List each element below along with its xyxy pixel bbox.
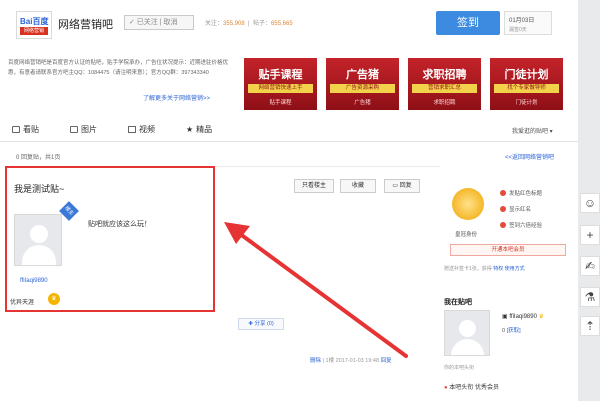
forum-logo[interactable]: Bai百度 网络营销 — [16, 11, 52, 39]
floor-reply-link[interactable]: 回复 — [381, 358, 392, 364]
follow-button[interactable]: ✓ 已关注 | 取消 — [124, 15, 194, 30]
my-forum-title: 我在贴吧 — [444, 299, 472, 306]
vip-info: 赠送补签卡1张，获得 特权 使用方式 — [444, 265, 525, 272]
banner-caption: 门徒计划 — [515, 100, 538, 106]
perk-icon — [500, 206, 506, 212]
my-points-value: 0 — [502, 328, 506, 334]
sign-date: 01月03日 — [509, 18, 535, 24]
perk-icon — [500, 190, 506, 196]
post-footer: 删除 | 1楼 2017-01-03 19:48 回复 — [310, 358, 392, 364]
tab-videos[interactable]: 视频 — [128, 124, 155, 135]
banner-caption: 贴手课程 — [269, 100, 292, 106]
image-icon — [70, 126, 78, 133]
tab-featured[interactable]: ★ 精品 — [186, 124, 212, 135]
banner-slogan: 营销求职汇总 — [412, 84, 477, 93]
get-points-link[interactable]: [获取] — [507, 328, 521, 334]
banner-slogan: 网络营销快速上手 — [248, 84, 313, 93]
perk-label: 签到六倍经验 — [509, 223, 543, 229]
favorite-forums-menu[interactable]: 我爱逛的贴吧 ▾ — [512, 126, 553, 135]
reply-label: 回复 — [399, 183, 412, 189]
share-label: 分享 (0) — [254, 321, 274, 327]
emoji-tool-icon[interactable]: ☺ — [580, 193, 600, 213]
crown-icon[interactable] — [452, 188, 484, 220]
banner-jobs[interactable]: 求职招聘 营销求职汇总 求职招聘 — [408, 58, 481, 110]
posts-icon — [12, 126, 20, 133]
collect-button[interactable]: 收藏 — [340, 179, 376, 193]
add-tool-icon[interactable]: + — [580, 225, 600, 245]
tab-label: 精品 — [196, 125, 213, 134]
reply-button[interactable]: ▭ 回复 — [384, 179, 420, 193]
post-time: 2017-01-03 19:48 — [335, 358, 380, 364]
forum-title-note: 你的本吧头衔 — [444, 365, 475, 371]
banner-title: 求职招聘 — [422, 69, 467, 81]
banner-title: 门徒计划 — [504, 69, 549, 81]
forum-name[interactable]: 网络营销吧 — [58, 16, 113, 32]
highlight-box — [5, 166, 215, 312]
user-icon: ▣ — [502, 314, 508, 320]
banner-caption: 求职招聘 — [433, 100, 456, 106]
banner-title: 贴手课程 — [258, 69, 303, 81]
perk-icon — [500, 222, 506, 228]
banner-caption: 广告猪 — [354, 100, 371, 106]
follow-count-label: 关注： — [205, 21, 224, 27]
banner-slogan: 广告资源采购 — [330, 84, 395, 93]
sign-date-box: 01月03日 漏签0天 — [504, 11, 552, 35]
forum-tabs: 看贴 图片 视频 ★ 精品 我爱逛的贴吧 ▾ — [0, 118, 578, 142]
avatar-body — [451, 339, 484, 355]
forum-stats: 关注：355,908 | 帖子：655,665 — [205, 21, 293, 27]
tab-label: 看贴 — [23, 125, 39, 134]
avatar-head — [459, 320, 476, 337]
perk-item: 发贴红色标题 — [500, 189, 542, 197]
floor-number: 1楼 — [325, 358, 335, 364]
video-icon — [128, 126, 136, 133]
follow-count: 355,908 — [223, 21, 245, 27]
share-icon: ✚ — [248, 321, 253, 327]
sign-date-sub: 漏签0天 — [509, 27, 527, 33]
tab-images[interactable]: 图片 — [70, 124, 97, 135]
intro-more-link[interactable]: 了解更多关于网络营销>> — [143, 93, 210, 102]
tab-label: 图片 — [81, 125, 97, 134]
sign-in-button[interactable]: 签到 — [436, 11, 500, 35]
perk-item: 显示红名 — [500, 205, 531, 213]
my-avatar[interactable] — [444, 310, 490, 356]
vip-info-text: 赠送补签卡1张，获得 — [444, 266, 492, 272]
forum-intro: 百度网络营销吧是百度官方认证的贴吧，贴手学院承办，广告位状况提示：近期进驻价格优… — [8, 60, 229, 76]
logo-top-text: Bai百度 — [20, 17, 49, 26]
back-to-forum-link[interactable]: <<返回网络营销吧 — [505, 152, 554, 161]
back-to-top-icon[interactable]: ⇡ — [580, 316, 600, 336]
post-count-label: 帖子： — [252, 21, 271, 27]
banner-title: 广告猪 — [346, 69, 379, 81]
banner-mentor[interactable]: 门徒计划 找个专家做导师 门徒计划 — [490, 58, 563, 110]
reply-icon: ▭ — [392, 183, 398, 189]
forum-title-status: ● 本吧头衔 优秀会员 — [444, 382, 499, 391]
open-vip-button[interactable]: 开通本吧会员 — [450, 244, 566, 256]
status-icon: ● — [444, 385, 448, 391]
perk-label: 发贴红色标题 — [509, 191, 543, 197]
banner-slogan: 找个专家做导师 — [494, 84, 559, 93]
perk-label: 显示红名 — [509, 207, 532, 213]
annotation-arrow-icon — [224, 222, 408, 358]
banner-course[interactable]: 贴手课程 网络营销快速上手 贴手课程 — [244, 58, 317, 110]
lab-tool-icon[interactable]: ⚗ — [580, 287, 600, 307]
logo-bottom-text: 网络营销 — [20, 27, 48, 35]
my-username-text: ffiIaqi9890 — [509, 314, 537, 320]
my-username[interactable]: ▣ ffiIaqi9890 ♛ — [502, 313, 544, 320]
forum-title-status-text: 本吧头衔 优秀会员 — [449, 385, 499, 391]
level-badge-icon: ♛ — [538, 314, 544, 320]
tab-posts[interactable]: 看贴 — [12, 124, 39, 135]
vip-info-link[interactable]: 特权 使用方式 — [493, 266, 524, 272]
thread-page-info: 0 回复贴，共1页 — [16, 155, 61, 161]
edit-tool-icon[interactable]: ✍ — [580, 256, 600, 276]
star-icon: ★ — [186, 125, 194, 134]
perk-item: 签到六倍经验 — [500, 221, 542, 229]
tab-label: 视频 — [139, 125, 155, 134]
report-link[interactable]: 删除 — [310, 358, 321, 364]
crown-label: 皇冠身份 — [455, 232, 478, 238]
banner-ads[interactable]: 广告猪 广告资源采购 广告猪 — [326, 58, 399, 110]
share-button[interactable]: ✚ 分享 (0) — [238, 318, 284, 330]
my-points: 0 [获取] — [502, 326, 521, 334]
only-op-button[interactable]: 只看楼主 — [294, 179, 334, 193]
post-count: 655,665 — [270, 21, 293, 27]
